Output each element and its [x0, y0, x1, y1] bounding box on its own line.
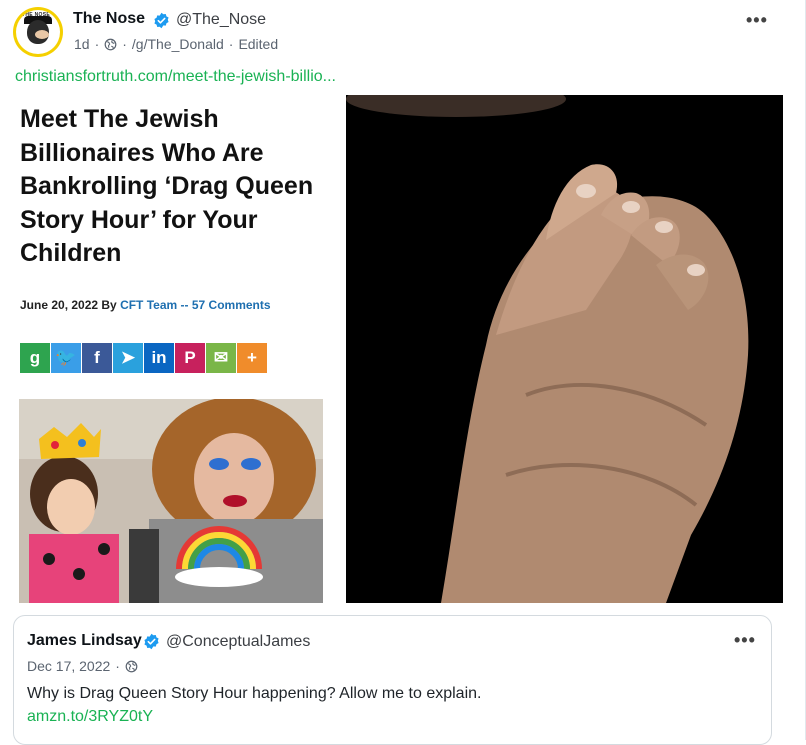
verified-badge-icon	[154, 12, 169, 29]
story-photo-illustration	[19, 399, 323, 603]
quoted-author-name[interactable]: James Lindsay	[27, 632, 142, 650]
quoted-meta: Dec 17, 2022 ·	[27, 658, 138, 674]
article-comments: 57 Comments	[191, 298, 271, 312]
article-byline: June 20, 2022 By CFT Team -- 57 Comments	[20, 298, 271, 312]
article-headline: Meet The Jewish Billionaires Who Are Ban…	[20, 105, 314, 267]
post-time[interactable]: 1d	[74, 36, 90, 52]
drag-queen-story-photo	[19, 399, 323, 603]
author-name[interactable]: The Nose	[73, 10, 145, 28]
article-author: CFT Team	[120, 298, 178, 312]
quoted-post-text: Why is Drag Queen Story Hour happening? …	[27, 685, 482, 702]
globe-icon	[104, 38, 117, 50]
meta-separator-3: ·	[228, 36, 234, 52]
more-share-icon[interactable]: +	[237, 343, 267, 373]
quoted-meta-separator: ·	[115, 658, 120, 674]
meta-separator-2: ·	[122, 36, 127, 52]
quoted-date[interactable]: Dec 17, 2022	[27, 658, 110, 674]
post-card: THE NOSE The Nose @The_Nose 1d · · /g/Th…	[0, 0, 806, 745]
post-meta: 1d · · /g/The_Donald · Edited	[74, 36, 278, 52]
quoted-post[interactable]: James Lindsay @ConceptualJames ••• Dec 1…	[13, 615, 772, 745]
article-dash: --	[177, 298, 192, 312]
quoted-more-options-button[interactable]: •••	[734, 630, 756, 651]
author-handle[interactable]: @The_Nose	[176, 11, 266, 29]
community-link[interactable]: /g/The_Donald	[132, 36, 224, 52]
article-date: June 20, 2022 By	[20, 298, 121, 312]
parler-icon[interactable]: P	[175, 343, 205, 373]
clasped-hands-photo[interactable]	[346, 95, 783, 603]
meta-separator: ·	[94, 36, 100, 52]
gettr-icon[interactable]: g	[20, 343, 50, 373]
avatar-image: THE NOSE	[16, 10, 60, 54]
hands-illustration	[346, 95, 783, 603]
article-screenshot-image[interactable]: Meet The Jewish Billionaires Who Are Ban…	[13, 95, 335, 603]
quoted-post-link[interactable]: amzn.to/3RYZ0tY	[27, 708, 153, 726]
avatar-nose-shape	[35, 30, 49, 39]
telegram-icon[interactable]: ➤	[113, 343, 143, 373]
twitter-icon[interactable]: 🐦	[51, 343, 81, 373]
facebook-icon[interactable]: f	[82, 343, 112, 373]
email-icon[interactable]: ✉	[206, 343, 236, 373]
edited-label: Edited	[238, 36, 279, 52]
share-buttons-row: g 🐦 f ➤ in P ✉ +	[20, 343, 267, 373]
quoted-verified-badge-icon	[144, 633, 159, 650]
post-link[interactable]: christiansfortruth.com/meet-the-jewish-b…	[15, 68, 336, 86]
quoted-globe-icon	[125, 660, 138, 672]
author-avatar[interactable]: THE NOSE	[13, 7, 63, 57]
linkedin-icon[interactable]: in	[144, 343, 174, 373]
quoted-author-handle[interactable]: @ConceptualJames	[166, 633, 310, 651]
post-more-options-button[interactable]: •••	[746, 10, 768, 31]
